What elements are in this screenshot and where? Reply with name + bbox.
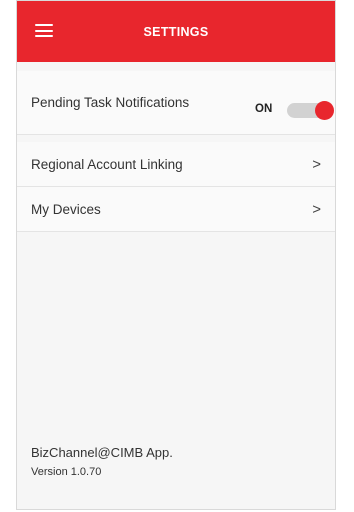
- notifications-toggle[interactable]: [287, 101, 334, 120]
- notifications-label: Pending Task Notifications: [31, 95, 190, 110]
- app-name: BizChannel@CIMB App.: [31, 445, 173, 460]
- page-title: SETTINGS: [143, 25, 209, 39]
- settings-item-label: Regional Account Linking: [31, 157, 183, 172]
- settings-item-regional-account-linking[interactable]: Regional Account Linking >: [17, 142, 335, 187]
- toggle-knob: [315, 101, 334, 120]
- notifications-setting-row: Pending Task Notifications ON: [17, 71, 335, 135]
- chevron-right-icon: >: [312, 201, 321, 218]
- app-screen: SETTINGS Pending Task Notifications ON R…: [16, 0, 336, 510]
- toggle-state-label: ON: [255, 103, 273, 115]
- app-header: SETTINGS: [17, 1, 335, 62]
- settings-item-my-devices[interactable]: My Devices >: [17, 187, 335, 232]
- app-version: Version 1.0.70: [31, 466, 102, 478]
- chevron-right-icon: >: [312, 156, 321, 173]
- settings-item-label: My Devices: [31, 202, 101, 217]
